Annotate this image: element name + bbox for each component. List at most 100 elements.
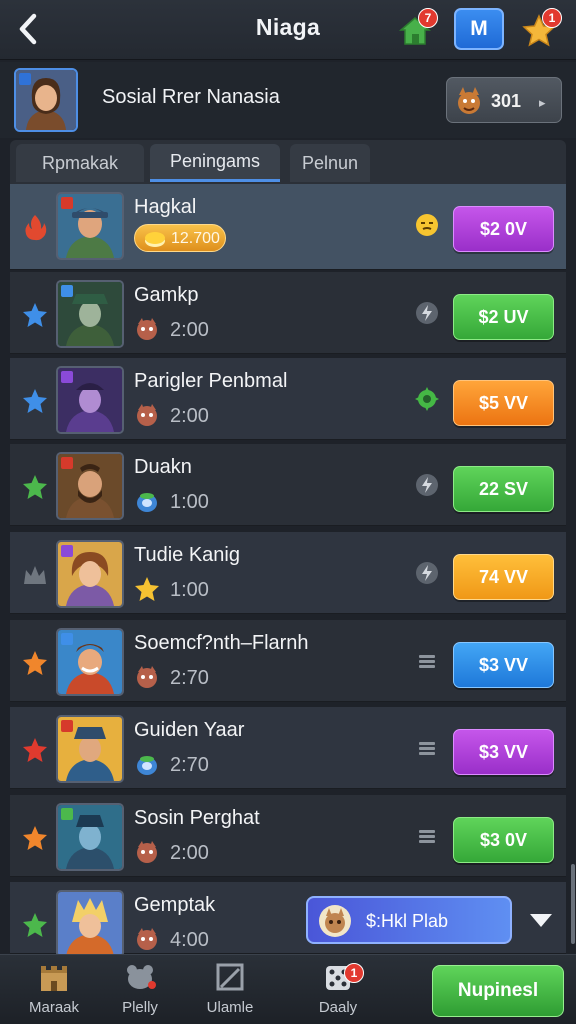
player-row[interactable]: Guiden Yaar 2:70 $3 VV <box>10 707 566 789</box>
player-portrait <box>56 280 124 348</box>
home-button[interactable]: 7 <box>398 8 438 48</box>
menu-m-button[interactable]: M <box>454 8 504 50</box>
bottom-nav: Maraak Plelly Ulamle Daaly 1 Nupinesl <box>0 954 576 1024</box>
buy-button[interactable]: $3 0V <box>453 817 554 863</box>
player-name: Duakn <box>134 456 192 478</box>
player-name: Gamkp <box>134 284 199 306</box>
profile-name: Sosial Rrer Nanasia <box>102 86 280 108</box>
creature-icon <box>319 905 351 937</box>
green-star-icon <box>23 475 47 499</box>
fire-icon <box>25 215 47 241</box>
coin-stack-icon <box>145 232 165 247</box>
buy-button[interactable]: $5 VV <box>453 380 554 426</box>
monster-icon <box>137 404 157 426</box>
monster-icon <box>137 318 157 340</box>
player-name: Hagkal <box>134 196 197 218</box>
player-portrait <box>56 540 124 608</box>
bolt-icon <box>416 474 438 496</box>
avatar[interactable] <box>14 68 78 132</box>
pet-icon <box>127 965 156 989</box>
menu-icon <box>419 830 435 843</box>
primary-cta-button[interactable]: Nupinesl <box>432 965 564 1017</box>
time-value: 1:00 <box>170 579 209 601</box>
player-portrait <box>56 366 124 434</box>
coin-arrow-icon: ▸ <box>539 95 546 110</box>
player-portrait <box>56 715 124 783</box>
tab-bar: Rpmakak Peningams Pelnun <box>10 140 566 184</box>
nav-label: Maraak <box>28 999 80 1016</box>
nav-item-plelly[interactable]: Plelly <box>100 961 180 1021</box>
buy-button[interactable]: 22 SV <box>453 466 554 512</box>
time-value: 2:00 <box>170 319 209 341</box>
player-row[interactable]: Tudie Kanig 1:00 74 VV <box>10 532 566 614</box>
player-name: Soemcf?nth–Flarnh <box>134 632 309 654</box>
buy-button[interactable]: $3 VV <box>453 729 554 775</box>
time-value: 2:00 <box>170 842 209 864</box>
emoji-icon <box>416 214 438 236</box>
profile-bar: Sosial Rrer Nanasia 301 ▸ <box>0 62 576 138</box>
gold-star-icon <box>135 577 159 601</box>
score-pill: 12.700 <box>134 224 226 252</box>
time-value: 2:70 <box>170 754 209 776</box>
nav-label: Ulamle <box>206 999 254 1016</box>
buy-button[interactable]: $3 VV <box>453 642 554 688</box>
promo-label: $:Hkl Plab <box>366 911 449 931</box>
top-bar: Niaga 7 M 1 <box>0 0 576 60</box>
blue-star-icon <box>23 303 47 327</box>
tab-peningams[interactable]: Peningams <box>150 144 280 182</box>
nav-item-maraak[interactable]: Maraak <box>14 961 94 1021</box>
player-portrait <box>56 628 124 696</box>
monster-icon <box>137 841 157 863</box>
player-row[interactable]: Parigler Penbmal 2:00 $5 VV <box>10 358 566 440</box>
score-value: 12.700 <box>171 230 220 247</box>
bolt-icon <box>416 562 438 584</box>
buy-button[interactable]: $2 0V <box>453 206 554 252</box>
nav-item-ulamle[interactable]: Ulamle <box>190 961 270 1021</box>
chevron-down-icon[interactable] <box>526 908 556 932</box>
tab-pelnun[interactable]: Pelnun <box>290 144 370 182</box>
player-name: Gemptak <box>134 894 216 916</box>
coin-value: 301 <box>491 91 522 111</box>
orange-star-icon <box>23 651 47 675</box>
player-row[interactable]: Sosin Perghat 2:00 $3 0V <box>10 795 566 877</box>
notification-badge: 1 <box>542 8 562 28</box>
buy-button[interactable]: $2 UV <box>453 294 554 340</box>
favorites-button[interactable]: 1 <box>520 8 564 48</box>
green-star-icon <box>23 913 47 937</box>
castle-icon <box>41 966 67 991</box>
time-value: 2:00 <box>170 405 209 427</box>
orange-star-icon <box>23 826 47 850</box>
nav-label: Plelly <box>122 999 158 1016</box>
red-star-icon <box>23 738 47 762</box>
monster-icon <box>137 928 157 950</box>
player-row[interactable]: Gamkp 2:00 $2 UV <box>10 272 566 354</box>
monster-icon <box>137 666 157 688</box>
menu-icon <box>419 742 435 755</box>
nav-label: Daaly <box>318 999 358 1016</box>
player-row[interactable]: Soemcf?nth–Flarnh 2:70 $3 VV <box>10 620 566 702</box>
gear-icon <box>415 387 439 411</box>
tab-rpmakak[interactable]: Rpmakak <box>16 144 144 182</box>
player-name: Tudie Kanig <box>134 544 240 566</box>
player-portrait <box>56 452 124 520</box>
bolt-icon <box>416 302 438 324</box>
crown-icon <box>24 566 46 584</box>
time-value: 4:00 <box>170 929 209 951</box>
player-row[interactable]: Duakn 1:00 22 SV <box>10 444 566 526</box>
menu-icon <box>419 655 435 668</box>
buy-button[interactable]: 74 VV <box>453 554 554 600</box>
time-value: 2:70 <box>170 667 209 689</box>
notification-badge: 7 <box>418 8 438 28</box>
player-portrait <box>56 192 124 260</box>
pot-icon <box>137 493 157 512</box>
player-portrait <box>56 890 124 958</box>
frame-icon <box>216 963 244 991</box>
pot-icon <box>137 756 157 775</box>
promo-button[interactable]: $:Hkl Plab <box>306 896 512 944</box>
notification-badge: 1 <box>344 963 364 983</box>
player-row[interactable]: Hagkal 12.700 $2 0V <box>10 184 566 270</box>
scrollbar[interactable] <box>571 864 575 944</box>
coin-balance[interactable]: 301 ▸ <box>446 77 562 123</box>
nav-item-daaly[interactable]: Daaly 1 <box>298 961 378 1021</box>
player-portrait <box>56 803 124 871</box>
